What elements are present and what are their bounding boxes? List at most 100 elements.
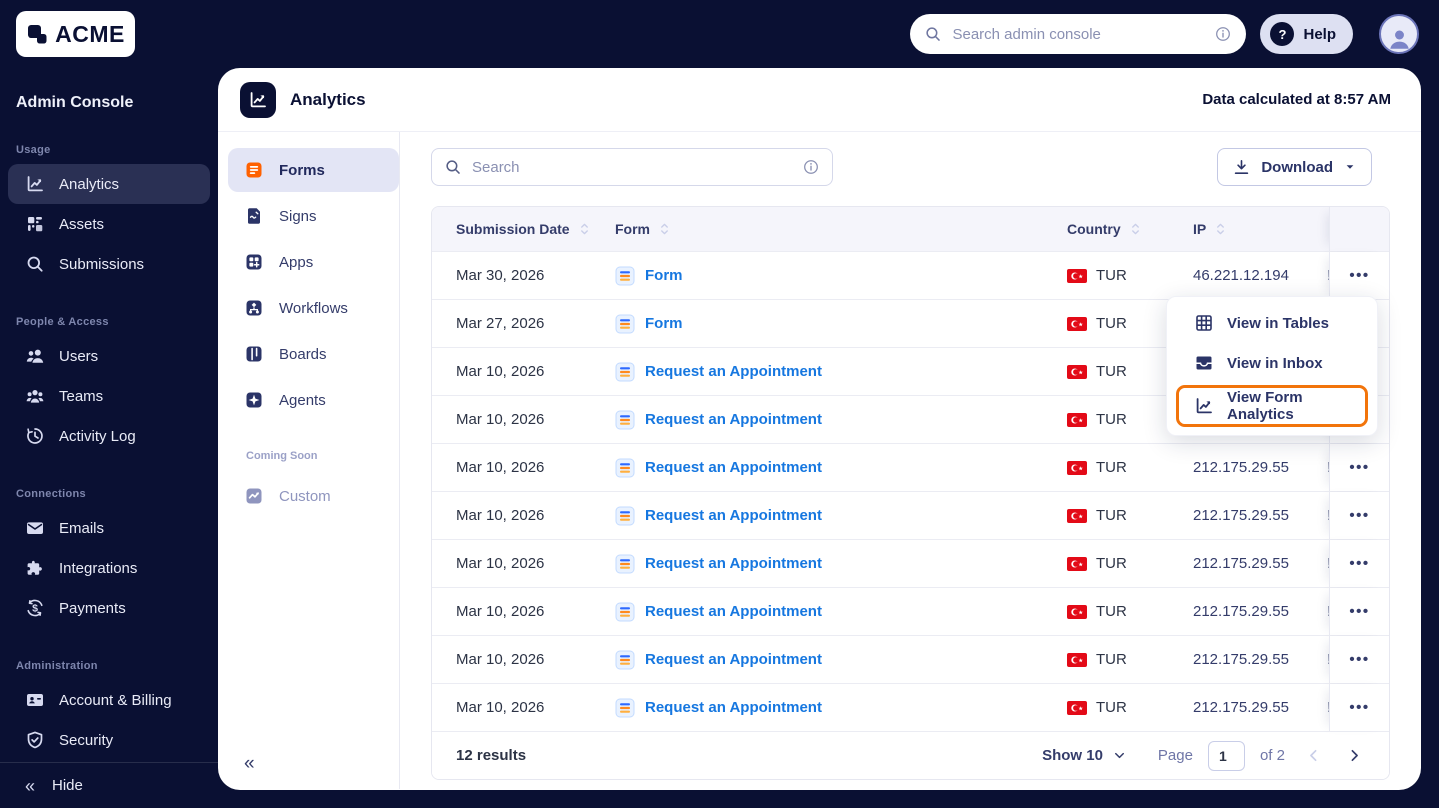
turkey-flag-icon <box>1067 412 1087 427</box>
sidebar-item-security[interactable]: Security <box>8 720 210 760</box>
sort-icon[interactable] <box>578 221 591 237</box>
sidebar-item-integrations[interactable]: Integrations <box>8 548 210 588</box>
more-horizontal-icon[interactable]: ••• <box>1349 603 1369 620</box>
panel-nav-item-custom[interactable]: Custom <box>228 474 399 518</box>
panel-nav-item-agents[interactable]: Agents <box>228 378 399 422</box>
sidebar-item-activity-log[interactable]: Activity Log <box>8 416 210 456</box>
sidebar-item-label: Analytics <box>59 175 120 193</box>
table-row: Mar 30, 2026 Form TUR 46.221.12.194 ! ••… <box>432 251 1389 299</box>
cell-form: Form <box>615 300 1067 347</box>
signs-icon <box>244 206 264 226</box>
forms-icon <box>244 160 264 180</box>
form-link[interactable]: Request an Appointment <box>645 411 822 428</box>
acme-logo[interactable]: ACME <box>16 11 135 57</box>
form-link[interactable]: Request an Appointment <box>645 507 822 524</box>
more-horizontal-icon[interactable]: ••• <box>1349 507 1369 524</box>
clipped-text: ! <box>1327 267 1329 284</box>
cell-ip: 212.175.29.55 <box>1193 699 1289 716</box>
admin-search-input[interactable] <box>952 25 1205 43</box>
column-header-country[interactable]: Country <box>1067 207 1193 251</box>
sidebar-item-label: Teams <box>59 387 104 405</box>
cell-form: Request an Appointment <box>615 444 1067 491</box>
topbar: ACME ? Help <box>0 0 1439 68</box>
more-horizontal-icon[interactable]: ••• <box>1349 699 1369 716</box>
context-menu-item-view-in-tables[interactable]: View in Tables <box>1167 303 1377 343</box>
panel-nav-item-workflows[interactable]: Workflows <box>228 286 399 330</box>
sidebar-item-emails[interactable]: Emails <box>8 508 210 548</box>
context-menu-item-view-in-inbox[interactable]: View in Inbox <box>1167 343 1377 383</box>
form-link[interactable]: Form <box>645 267 683 284</box>
cell-ip: 46.221.12.194 <box>1193 267 1289 284</box>
form-link[interactable]: Request an Appointment <box>645 555 822 572</box>
more-horizontal-icon[interactable]: ••• <box>1349 267 1369 284</box>
panel-nav-item-apps[interactable]: Apps <box>228 240 399 284</box>
more-horizontal-icon[interactable]: ••• <box>1349 555 1369 572</box>
panel-nav-item-forms[interactable]: Forms <box>228 148 399 192</box>
more-horizontal-icon[interactable]: ••• <box>1349 651 1369 668</box>
sidebar-item-teams[interactable]: Teams <box>8 376 210 416</box>
table-row: Mar 10, 2026 Request an Appointment TUR … <box>432 539 1389 587</box>
emails-icon <box>25 518 45 538</box>
help-button[interactable]: ? Help <box>1260 14 1353 54</box>
sort-icon[interactable] <box>1214 221 1227 237</box>
data-calculated-label: Data calculated at 8:57 AM <box>1202 91 1391 108</box>
cell-actions: ••• <box>1329 540 1389 587</box>
show-per-page-dropdown[interactable]: Show 10 <box>1042 747 1127 764</box>
form-link[interactable]: Request an Appointment <box>645 363 822 380</box>
form-link[interactable]: Request an Appointment <box>645 603 822 620</box>
hide-label: Hide <box>52 777 83 794</box>
show-label: Show 10 <box>1042 747 1103 764</box>
sidebar-item-payments[interactable]: $ Payments <box>8 588 210 628</box>
form-link[interactable]: Form <box>645 315 683 332</box>
cell-actions: ••• <box>1329 492 1389 539</box>
turkey-flag-icon <box>1067 508 1087 523</box>
form-analytics-icon <box>1194 396 1214 416</box>
sidebar-item-users[interactable]: Users <box>8 336 210 376</box>
payments-icon: $ <box>25 598 45 618</box>
tables-icon <box>1194 313 1214 333</box>
sidebar-item-label: Activity Log <box>59 427 136 445</box>
turkey-flag-icon <box>1067 604 1087 619</box>
submissions-icon <box>25 254 45 274</box>
download-button[interactable]: Download <box>1217 148 1372 186</box>
form-link[interactable]: Request an Appointment <box>645 459 822 476</box>
sidebar-item-account-billing[interactable]: Account & Billing <box>8 680 210 720</box>
country-code: TUR <box>1096 267 1127 284</box>
table-search-input[interactable] <box>472 158 792 176</box>
context-menu-item-view-form-analytics[interactable]: View Form Analytics <box>1179 388 1365 424</box>
collapse-panel-nav-button[interactable]: « <box>244 754 255 773</box>
turkey-flag-icon <box>1067 652 1087 667</box>
more-horizontal-icon[interactable]: ••• <box>1349 459 1369 476</box>
column-header-ip[interactable]: IP <box>1193 207 1305 251</box>
sidebar-hide-button[interactable]: « Hide <box>0 762 218 808</box>
admin-search-bar[interactable] <box>910 14 1247 54</box>
info-icon <box>1214 25 1232 43</box>
cell-actions: ••• <box>1329 684 1389 731</box>
sort-icon[interactable] <box>658 221 671 237</box>
column-header-form[interactable]: Form <box>615 207 1067 251</box>
cell-actions: ••• <box>1329 636 1389 683</box>
form-icon <box>615 602 635 622</box>
form-icon <box>615 362 635 382</box>
cell-ip: 212.175.29.55 <box>1193 651 1289 668</box>
sort-icon[interactable] <box>1129 221 1142 237</box>
cell-form: Request an Appointment <box>615 396 1067 443</box>
column-header-submission-date[interactable]: Submission Date <box>432 207 615 251</box>
form-link[interactable]: Request an Appointment <box>645 699 822 716</box>
page-number-input[interactable] <box>1207 740 1245 771</box>
panel-nav-item-signs[interactable]: Signs <box>228 194 399 238</box>
form-link[interactable]: Request an Appointment <box>645 651 822 668</box>
panel-title: Analytics <box>290 89 366 109</box>
form-icon <box>615 506 635 526</box>
users-icon <box>25 346 45 366</box>
sidebar-item-submissions[interactable]: Submissions <box>8 244 210 284</box>
prev-page-button[interactable] <box>1300 747 1326 764</box>
sidebar-item-assets[interactable]: Assets <box>8 204 210 244</box>
next-page-button[interactable] <box>1341 747 1367 764</box>
table-search-box[interactable] <box>431 148 833 186</box>
user-avatar[interactable] <box>1379 14 1419 54</box>
sidebar-item-analytics[interactable]: Analytics <box>8 164 210 204</box>
sidebar-item-label: Emails <box>59 519 105 537</box>
panel-nav-item-boards[interactable]: Boards <box>228 332 399 376</box>
sidebar-section-label: Usage <box>16 144 51 156</box>
